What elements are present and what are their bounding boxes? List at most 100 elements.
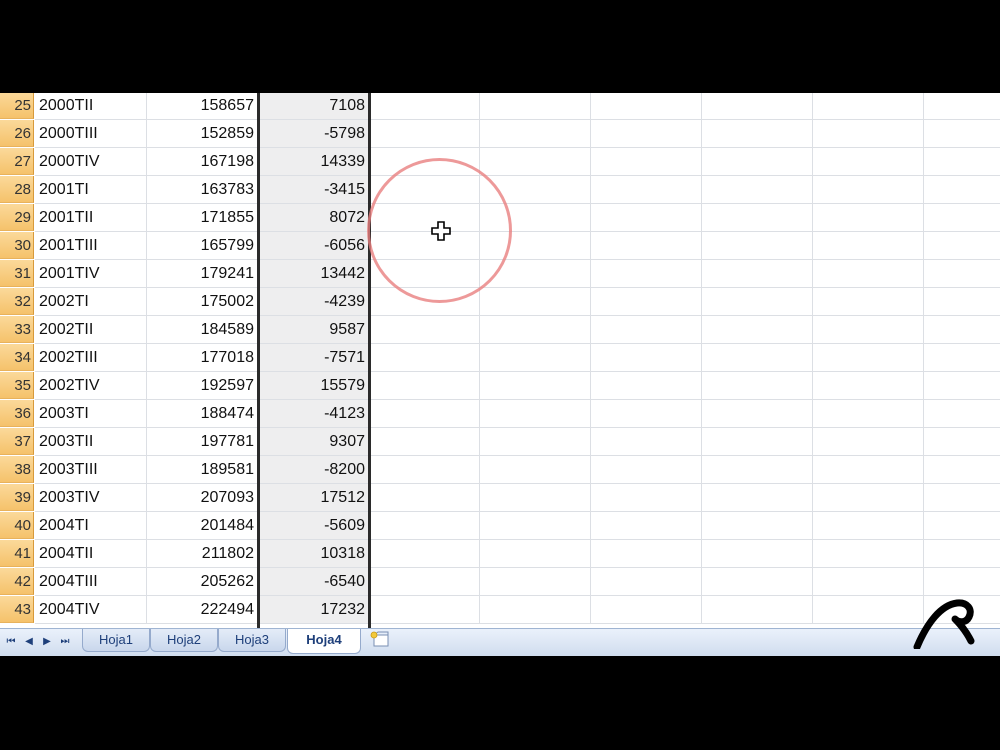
insert-sheet-icon[interactable] bbox=[368, 630, 392, 650]
empty-cell[interactable] bbox=[924, 512, 1000, 540]
empty-cell[interactable] bbox=[924, 372, 1000, 400]
empty-cell[interactable] bbox=[813, 344, 924, 372]
empty-cell[interactable] bbox=[924, 456, 1000, 484]
empty-cell[interactable] bbox=[480, 148, 591, 176]
value-cell[interactable]: 165799 bbox=[147, 232, 258, 260]
difference-cell[interactable]: 9587 bbox=[258, 316, 369, 344]
empty-cell[interactable] bbox=[591, 120, 702, 148]
period-cell[interactable]: 2003TIII bbox=[35, 456, 147, 484]
empty-cell[interactable] bbox=[702, 93, 813, 120]
empty-cell[interactable] bbox=[813, 120, 924, 148]
value-cell[interactable]: 167198 bbox=[147, 148, 258, 176]
empty-cell[interactable] bbox=[480, 120, 591, 148]
period-cell[interactable]: 2003TIV bbox=[35, 484, 147, 512]
empty-cell[interactable] bbox=[591, 456, 702, 484]
value-cell[interactable]: 192597 bbox=[147, 372, 258, 400]
row-header[interactable]: 37 bbox=[0, 428, 34, 455]
empty-cell[interactable] bbox=[369, 93, 480, 120]
empty-cell[interactable] bbox=[813, 484, 924, 512]
prev-sheet-icon[interactable]: ◀ bbox=[22, 634, 36, 650]
empty-cell[interactable] bbox=[480, 428, 591, 456]
empty-cell[interactable] bbox=[480, 93, 591, 120]
empty-cell[interactable] bbox=[591, 232, 702, 260]
difference-cell[interactable]: -3415 bbox=[258, 176, 369, 204]
empty-cell[interactable] bbox=[924, 484, 1000, 512]
empty-cell[interactable] bbox=[813, 316, 924, 344]
period-cell[interactable]: 2000TII bbox=[35, 93, 147, 120]
value-cell[interactable]: 201484 bbox=[147, 512, 258, 540]
empty-cell[interactable] bbox=[924, 204, 1000, 232]
empty-cell[interactable] bbox=[369, 428, 480, 456]
empty-cell[interactable] bbox=[369, 568, 480, 596]
empty-cell[interactable] bbox=[591, 316, 702, 344]
empty-cell[interactable] bbox=[813, 372, 924, 400]
row-header[interactable]: 38 bbox=[0, 456, 34, 483]
empty-cell[interactable] bbox=[591, 260, 702, 288]
difference-cell[interactable]: -6056 bbox=[258, 232, 369, 260]
empty-cell[interactable] bbox=[702, 344, 813, 372]
empty-cell[interactable] bbox=[813, 93, 924, 120]
row-header[interactable]: 36 bbox=[0, 400, 34, 427]
difference-cell[interactable]: 14339 bbox=[258, 148, 369, 176]
row-header[interactable]: 31 bbox=[0, 260, 34, 287]
row-header[interactable]: 34 bbox=[0, 344, 34, 371]
empty-cell[interactable] bbox=[702, 512, 813, 540]
empty-cell[interactable] bbox=[924, 316, 1000, 344]
empty-cell[interactable] bbox=[369, 484, 480, 512]
empty-cell[interactable] bbox=[480, 540, 591, 568]
period-cell[interactable]: 2003TI bbox=[35, 400, 147, 428]
empty-cell[interactable] bbox=[924, 540, 1000, 568]
value-cell[interactable]: 207093 bbox=[147, 484, 258, 512]
empty-cell[interactable] bbox=[924, 148, 1000, 176]
period-cell[interactable]: 2004TII bbox=[35, 540, 147, 568]
value-cell[interactable]: 211802 bbox=[147, 540, 258, 568]
empty-cell[interactable] bbox=[480, 344, 591, 372]
row-header[interactable]: 30 bbox=[0, 232, 34, 259]
empty-cell[interactable] bbox=[813, 400, 924, 428]
row-header[interactable]: 32 bbox=[0, 288, 34, 315]
empty-cell[interactable] bbox=[924, 93, 1000, 120]
value-cell[interactable]: 175002 bbox=[147, 288, 258, 316]
empty-cell[interactable] bbox=[480, 400, 591, 428]
empty-cell[interactable] bbox=[369, 120, 480, 148]
period-cell[interactable]: 2004TI bbox=[35, 512, 147, 540]
empty-cell[interactable] bbox=[591, 540, 702, 568]
empty-cell[interactable] bbox=[591, 148, 702, 176]
empty-cell[interactable] bbox=[924, 260, 1000, 288]
empty-cell[interactable] bbox=[702, 484, 813, 512]
empty-cell[interactable] bbox=[702, 316, 813, 344]
empty-cell[interactable] bbox=[369, 372, 480, 400]
row-header[interactable]: 33 bbox=[0, 316, 34, 343]
empty-cell[interactable] bbox=[924, 232, 1000, 260]
empty-cell[interactable] bbox=[369, 316, 480, 344]
value-cell[interactable]: 179241 bbox=[147, 260, 258, 288]
first-sheet-icon[interactable]: ⏮ bbox=[4, 634, 18, 650]
row-header[interactable]: 35 bbox=[0, 372, 34, 399]
empty-cell[interactable] bbox=[813, 288, 924, 316]
period-cell[interactable]: 2004TIV bbox=[35, 596, 147, 624]
last-sheet-icon[interactable]: ⏭ bbox=[58, 634, 72, 650]
value-cell[interactable]: 189581 bbox=[147, 456, 258, 484]
empty-cell[interactable] bbox=[702, 428, 813, 456]
tab-hoja1[interactable]: Hoja1 bbox=[82, 629, 150, 652]
row-header[interactable]: 39 bbox=[0, 484, 34, 511]
difference-cell[interactable]: 17232 bbox=[258, 596, 369, 624]
value-cell[interactable]: 163783 bbox=[147, 176, 258, 204]
value-cell[interactable]: 152859 bbox=[147, 120, 258, 148]
row-header[interactable]: 25 bbox=[0, 93, 34, 119]
difference-cell[interactable]: -4239 bbox=[258, 288, 369, 316]
period-cell[interactable]: 2001TIII bbox=[35, 232, 147, 260]
empty-cell[interactable] bbox=[813, 456, 924, 484]
difference-cell[interactable]: 10318 bbox=[258, 540, 369, 568]
row-header[interactable]: 42 bbox=[0, 568, 34, 595]
row-header[interactable]: 43 bbox=[0, 596, 34, 623]
value-cell[interactable]: 171855 bbox=[147, 204, 258, 232]
value-cell[interactable]: 184589 bbox=[147, 316, 258, 344]
empty-cell[interactable] bbox=[702, 568, 813, 596]
difference-cell[interactable]: 9307 bbox=[258, 428, 369, 456]
difference-cell[interactable]: -5798 bbox=[258, 120, 369, 148]
difference-cell[interactable]: -4123 bbox=[258, 400, 369, 428]
difference-cell[interactable]: 13442 bbox=[258, 260, 369, 288]
empty-cell[interactable] bbox=[924, 344, 1000, 372]
empty-cell[interactable] bbox=[813, 512, 924, 540]
